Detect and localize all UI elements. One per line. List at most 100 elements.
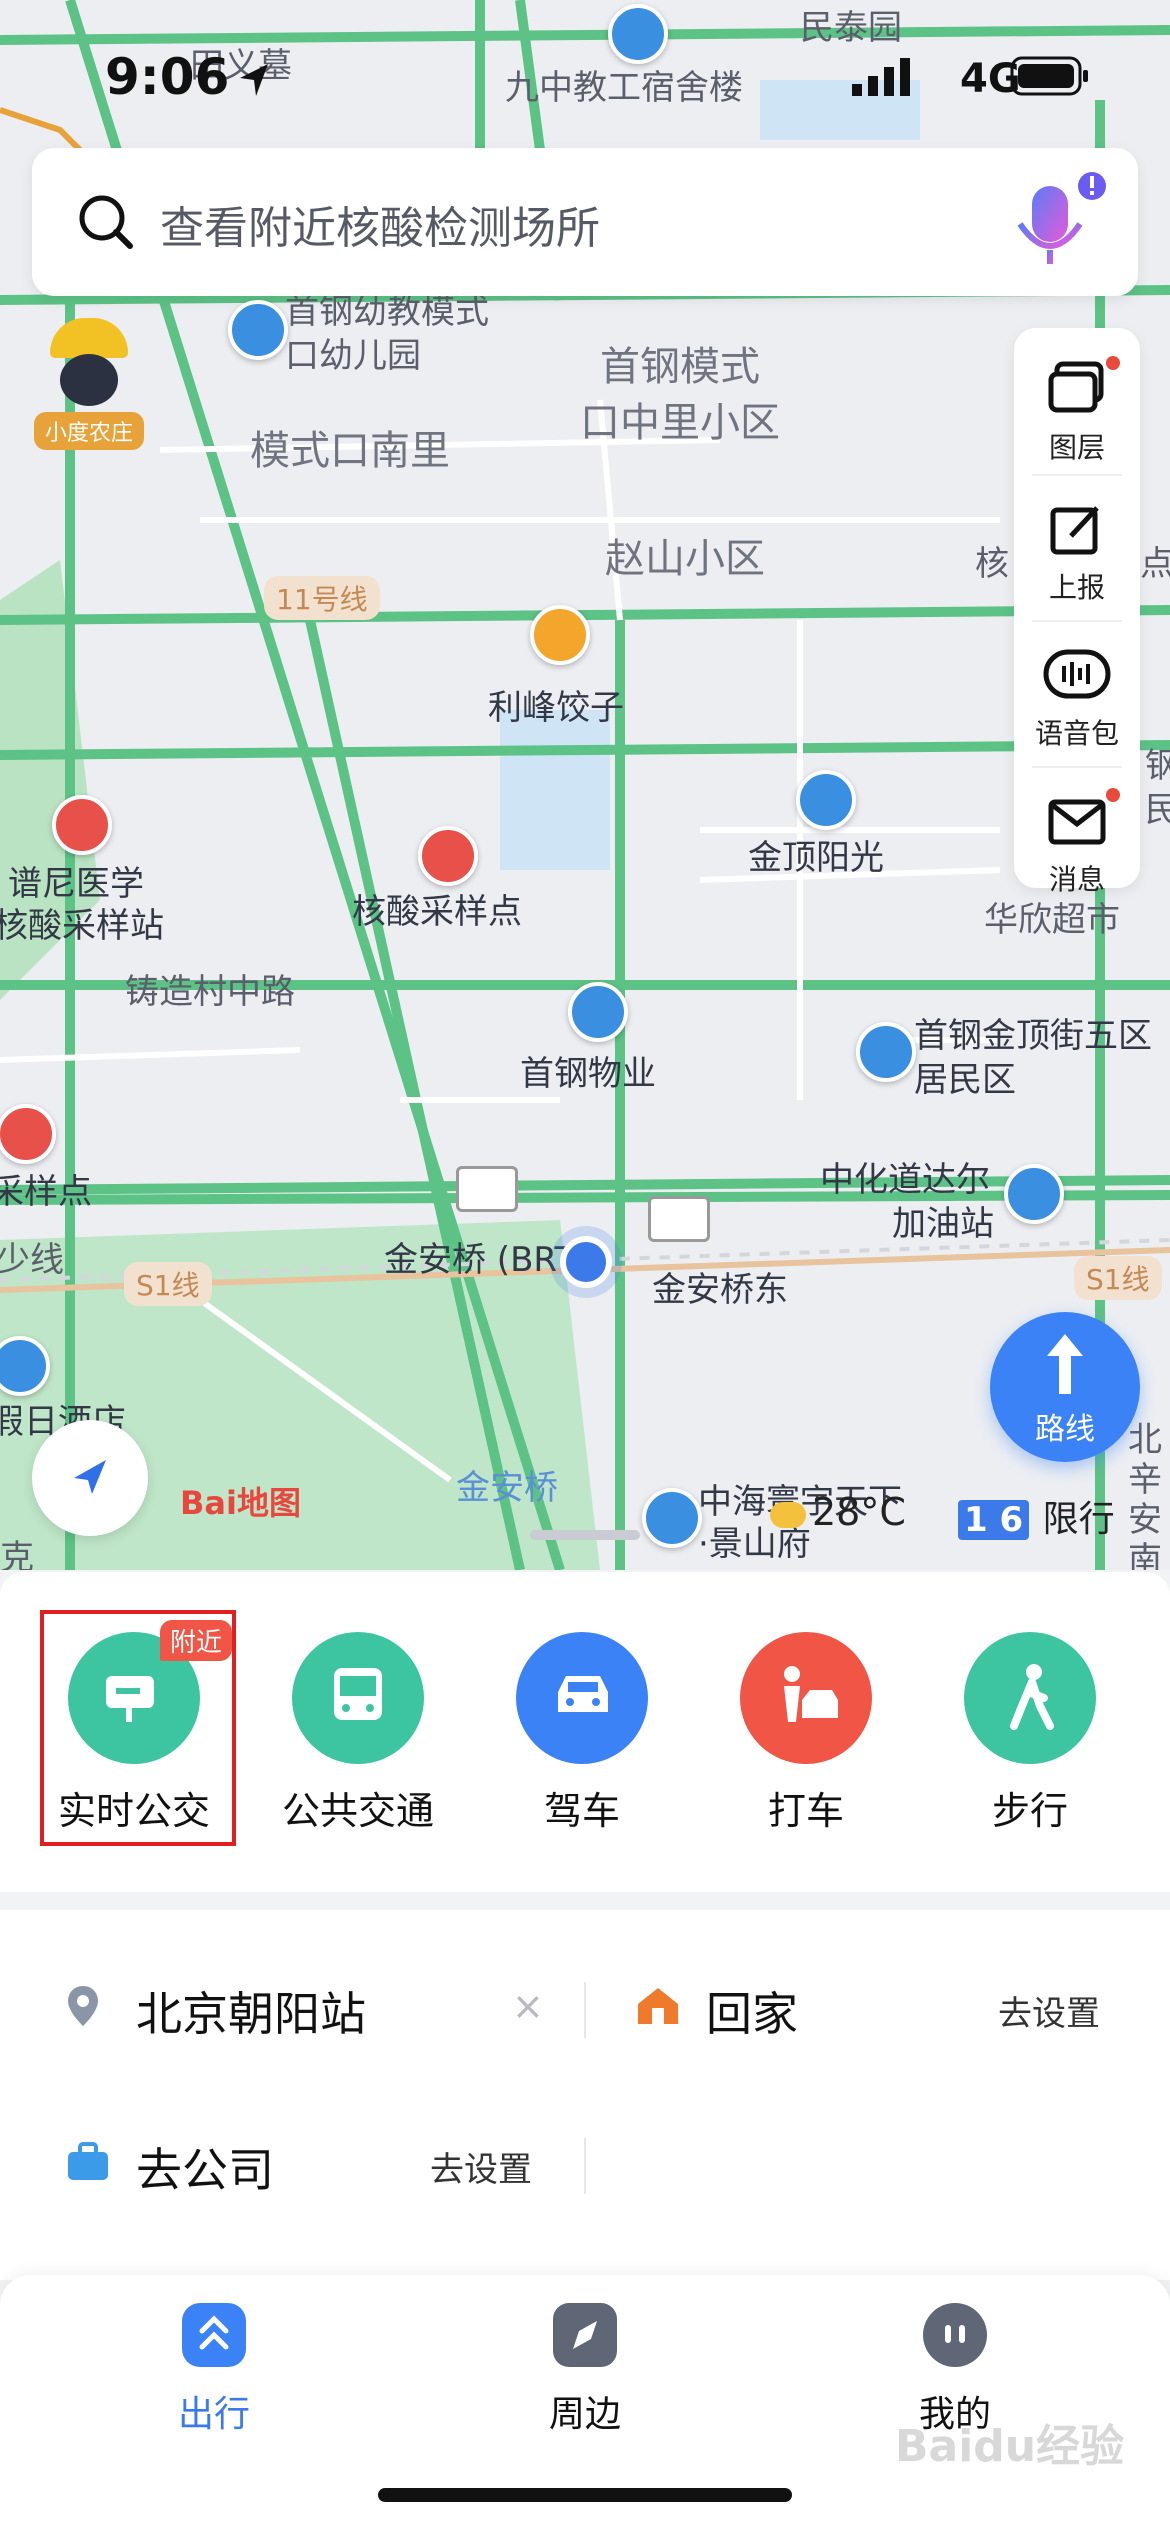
quick-places-card: 北京朝阳站 × 回家 去设置 去公司 去设置 bbox=[0, 1910, 1170, 2280]
map-label: 首钢物业 bbox=[520, 1054, 656, 1094]
home-label[interactable]: 回家 bbox=[706, 1978, 798, 2044]
map-label: 采样点 bbox=[0, 1172, 92, 1212]
map-label: 点 bbox=[1140, 544, 1170, 584]
map-label: 核 bbox=[975, 544, 1009, 584]
map-label: 民 bbox=[1145, 790, 1170, 830]
farm-mascot[interactable]: 小度农庄 bbox=[34, 318, 144, 450]
map-label: 首钢金顶街五区 bbox=[914, 1016, 1152, 1056]
taxi-icon bbox=[740, 1632, 872, 1764]
divider bbox=[584, 2138, 586, 2194]
recent-destination[interactable]: 北京朝阳站 bbox=[136, 1978, 366, 2044]
limit-label: 限行 bbox=[1042, 1499, 1115, 1540]
walk-label: 步行 bbox=[991, 1789, 1068, 1833]
map-label: 金顶阳光 bbox=[748, 838, 884, 878]
route-label: 路线 bbox=[1035, 1412, 1095, 1447]
clear-icon[interactable]: × bbox=[512, 1984, 544, 2028]
divider bbox=[1032, 474, 1122, 476]
poi-pin[interactable] bbox=[568, 982, 628, 1042]
map-label: 克 bbox=[0, 1538, 34, 1570]
route-button[interactable]: 路线 bbox=[990, 1312, 1140, 1462]
report-label: 上报 bbox=[1048, 571, 1105, 604]
weather-widget[interactable]: 28°C bbox=[770, 1490, 906, 1534]
tab-nearby[interactable]: 周边 bbox=[485, 2303, 685, 2437]
signal-icon bbox=[852, 58, 910, 96]
locate-me-button[interactable] bbox=[32, 1420, 148, 1536]
metro-line-label: 11号线 bbox=[264, 576, 380, 620]
layers-label: 图层 bbox=[1048, 431, 1105, 464]
weather-cloud-icon bbox=[770, 1501, 806, 1528]
compass-icon bbox=[74, 1460, 106, 1494]
drive-label: 驾车 bbox=[543, 1789, 620, 1833]
travel-icon bbox=[182, 2303, 246, 2367]
map-label: 钢 bbox=[1145, 746, 1170, 786]
poi-pin[interactable] bbox=[228, 300, 288, 360]
voice-pack-button[interactable]: 语音包 bbox=[1014, 624, 1140, 764]
rail-line-label: S1线 bbox=[1074, 1256, 1162, 1300]
map-label: 口中里小区 bbox=[580, 400, 780, 446]
poi-pin[interactable] bbox=[642, 1488, 702, 1548]
traffic-limit-widget[interactable]: 1 6 限行 bbox=[958, 1490, 1115, 1542]
map-side-toolbar: 图层 上报 语音包 消息 bbox=[1014, 328, 1140, 896]
edit-icon bbox=[1050, 506, 1099, 555]
poi-pin[interactable] bbox=[856, 1022, 916, 1082]
briefcase-icon bbox=[68, 2142, 108, 2180]
company-label[interactable]: 去公司 bbox=[136, 2134, 274, 2200]
voice-pack-icon bbox=[1043, 649, 1111, 699]
bus-stop-icon[interactable] bbox=[456, 1166, 518, 1212]
layers-button[interactable]: 图层 bbox=[1014, 338, 1140, 478]
bus-icon bbox=[292, 1632, 424, 1764]
walk-button[interactable]: 步行 bbox=[940, 1632, 1120, 1835]
map-label: 核酸采样站 bbox=[0, 906, 164, 946]
map-label: 核酸采样点 bbox=[352, 892, 522, 932]
home-setup-link[interactable]: 去设置 bbox=[998, 1986, 1100, 2035]
drive-button[interactable]: 驾车 bbox=[492, 1632, 672, 1835]
tab-travel[interactable]: 出行 bbox=[114, 2303, 314, 2437]
messages-label: 消息 bbox=[1048, 863, 1105, 896]
sheet-handle[interactable] bbox=[530, 1530, 640, 1540]
map-label: 利峰饺子 bbox=[488, 688, 624, 728]
company-setup-link[interactable]: 去设置 bbox=[430, 2142, 532, 2191]
map-label: 首钢模式 bbox=[600, 344, 760, 390]
watermark: Baidu经验 bbox=[895, 2421, 1125, 2472]
gas-station-pin[interactable] bbox=[1004, 1164, 1064, 1224]
voice-mic-icon[interactable] bbox=[992, 168, 1112, 278]
poi-pin[interactable] bbox=[796, 770, 856, 830]
mail-icon bbox=[1048, 799, 1106, 845]
compass-nav-icon bbox=[553, 2303, 617, 2367]
rail-line-label: S1线 bbox=[124, 1262, 212, 1306]
map-label: 加油站 bbox=[892, 1204, 994, 1244]
map-label: 中化道达尔 bbox=[820, 1160, 990, 1200]
divider bbox=[584, 1982, 586, 2038]
home-icon bbox=[638, 1988, 678, 2024]
voice-pack-label: 语音包 bbox=[1034, 717, 1119, 750]
divider bbox=[1032, 620, 1122, 622]
route-arrow-icon bbox=[1047, 1334, 1083, 1394]
map-label: 南 bbox=[1128, 1540, 1162, 1570]
divider bbox=[1032, 766, 1122, 768]
walk-icon bbox=[964, 1632, 1096, 1764]
map-label: 金安桥 (BRT) bbox=[384, 1240, 589, 1280]
restaurant-pin[interactable] bbox=[530, 605, 590, 665]
location-pin-icon bbox=[68, 1986, 98, 2026]
taxi-label: 打车 bbox=[767, 1789, 844, 1833]
location-arrow-icon bbox=[240, 64, 268, 96]
tab-nearby-label: 周边 bbox=[548, 2394, 621, 2435]
battery-icon bbox=[1010, 56, 1088, 96]
search-bar[interactable]: 查看附近核酸检测场所 bbox=[32, 148, 1138, 296]
tab-travel-label: 出行 bbox=[177, 2394, 250, 2435]
mascot-label: 小度农庄 bbox=[34, 412, 144, 450]
map-label: 模式口南里 bbox=[250, 428, 450, 474]
map-label: 口幼儿园 bbox=[285, 336, 421, 376]
taxi-button[interactable]: 打车 bbox=[716, 1632, 896, 1835]
messages-button[interactable]: 消息 bbox=[1014, 770, 1140, 910]
map-label: 赵山小区 bbox=[605, 536, 765, 582]
public-transit-button[interactable]: 公共交通 bbox=[268, 1632, 448, 1835]
map-label: 金安桥东 bbox=[652, 1270, 788, 1310]
bus-stop-icon[interactable] bbox=[648, 1196, 710, 1242]
nearby-badge: 附近 bbox=[160, 1620, 233, 1661]
map-label: 少线 bbox=[0, 1240, 64, 1280]
report-button[interactable]: 上报 bbox=[1014, 478, 1140, 618]
test-site-pin[interactable] bbox=[418, 826, 478, 886]
test-site-pin[interactable] bbox=[52, 795, 112, 855]
search-placeholder: 查看附近核酸检测场所 bbox=[160, 203, 600, 254]
